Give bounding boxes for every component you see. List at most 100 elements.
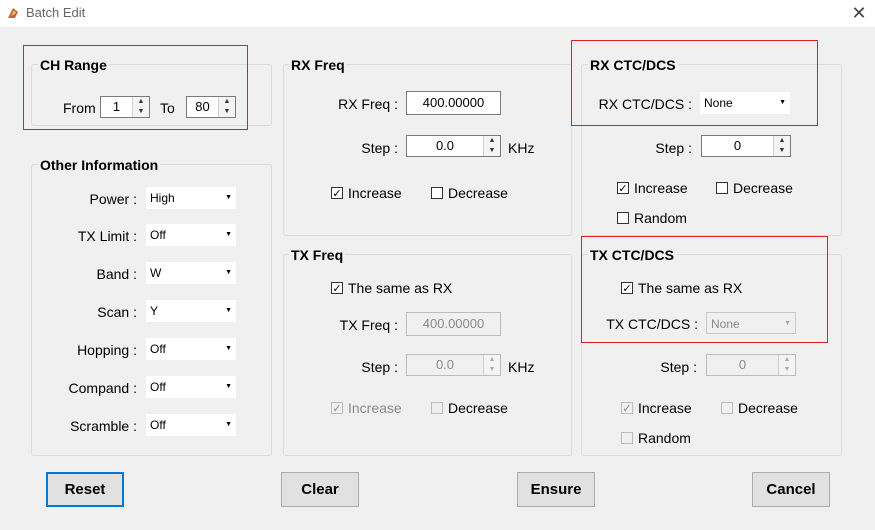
rx-freq-input[interactable]: 400.00000	[406, 91, 501, 115]
rx-ctcdcs-random-checkbox[interactable]: Random	[617, 210, 687, 226]
checkbox-box[interactable]	[721, 402, 733, 414]
checkbox-box[interactable]: ✓	[621, 402, 633, 415]
spin-down-icon[interactable]: ▼	[484, 365, 500, 375]
scan-label: Scan :	[97, 304, 137, 320]
tx-decrease-label: Decrease	[448, 400, 508, 416]
compand-value: Off	[150, 380, 166, 394]
scan-value: Y	[150, 304, 159, 318]
band-value: W	[150, 266, 162, 280]
checkmark-icon: ✓	[618, 182, 628, 195]
checkbox-box[interactable]	[621, 432, 633, 444]
rx-ctcdcs-increase-label: Increase	[634, 180, 688, 196]
tx-ctcdcs-step-label: Step :	[660, 359, 697, 375]
checkbox-box[interactable]	[617, 212, 629, 224]
rx-ctcdcs-step-label: Step :	[655, 140, 692, 156]
checkmark-icon: ✓	[332, 282, 342, 295]
reset-button[interactable]: Reset	[46, 472, 124, 507]
tx-ctcdcs-random-label: Random	[638, 430, 691, 446]
tx-limit-value: Off	[150, 228, 166, 242]
power-label: Power :	[89, 191, 137, 207]
tx-ctcdcs-random-checkbox[interactable]: Random	[621, 430, 691, 446]
rx-decrease-label: Decrease	[448, 185, 508, 201]
scramble-value: Off	[150, 418, 166, 432]
ensure-button[interactable]: Ensure	[517, 472, 595, 507]
rx-ctcdcs-step-spinner[interactable]: 0 ▲ ▼	[701, 135, 791, 157]
checkmark-icon: ✓	[332, 402, 342, 415]
tx-step-value: 0.0	[435, 357, 455, 372]
tx-ctcdcs-decrease-checkbox[interactable]: Decrease	[721, 400, 798, 416]
checkbox-box[interactable]	[431, 187, 443, 199]
rx-increase-label: Increase	[348, 185, 402, 201]
rx-step-label: Step :	[361, 140, 398, 156]
rx-step-value: 0.0	[435, 138, 455, 153]
checkmark-icon: ✓	[622, 402, 632, 415]
compand-label: Compand :	[68, 380, 137, 396]
rx-step-unit: KHz	[508, 140, 535, 156]
other-info-title: Other Information	[38, 157, 161, 173]
rx-ctcdcs-increase-checkbox[interactable]: ✓ Increase	[617, 180, 688, 196]
tx-limit-select[interactable]: Off ▼	[146, 224, 236, 246]
rx-step-spinner[interactable]: 0.0 ▲ ▼	[406, 135, 501, 157]
scan-select[interactable]: Y ▼	[146, 300, 236, 322]
power-value: High	[150, 191, 175, 205]
rx-increase-checkbox[interactable]: ✓ Increase	[331, 185, 402, 201]
tx-ctcdcs-step-value: 0	[738, 357, 747, 372]
rx-ctcdcs-step-value: 0	[733, 138, 742, 153]
tx-ctcdcs-increase-label: Increase	[638, 400, 692, 416]
tx-ctcdcs-increase-checkbox[interactable]: ✓ Increase	[621, 400, 692, 416]
cancel-button[interactable]: Cancel	[752, 472, 830, 507]
close-icon[interactable]: ✕	[848, 3, 870, 23]
rx-decrease-checkbox[interactable]: Decrease	[431, 185, 508, 201]
tx-ctcdcs-step-spinner[interactable]: 0 ▲ ▼	[706, 354, 796, 376]
title-bar: Batch Edit ✕	[0, 0, 875, 27]
band-label: Band :	[96, 266, 137, 282]
band-select[interactable]: W ▼	[146, 262, 236, 284]
chevron-down-icon: ▼	[225, 345, 232, 352]
tx-ctcdcs-highlight	[581, 236, 828, 343]
hopping-select[interactable]: Off ▼	[146, 338, 236, 360]
rx-freq-label: RX Freq :	[338, 96, 398, 112]
power-select[interactable]: High ▼	[146, 187, 236, 209]
scramble-select[interactable]: Off ▼	[146, 414, 236, 436]
rx-ctcdcs-decrease-checkbox[interactable]: Decrease	[716, 180, 793, 196]
checkbox-box[interactable]: ✓	[331, 402, 343, 415]
app-icon	[8, 8, 18, 18]
ch-range-highlight	[23, 45, 248, 130]
checkbox-box[interactable]: ✓	[331, 187, 343, 200]
checkbox-box[interactable]	[716, 182, 728, 194]
tx-same-as-rx-checkbox[interactable]: ✓ The same as RX	[331, 280, 452, 296]
chevron-down-icon: ▼	[225, 307, 232, 314]
tx-limit-label: TX Limit :	[77, 228, 137, 244]
tx-step-label: Step :	[361, 359, 398, 375]
tx-decrease-checkbox[interactable]: Decrease	[431, 400, 508, 416]
clear-button[interactable]: Clear	[281, 472, 359, 507]
checkbox-box[interactable]	[431, 402, 443, 414]
spin-down-icon[interactable]: ▼	[779, 365, 795, 375]
tx-ctcdcs-decrease-label: Decrease	[738, 400, 798, 416]
compand-select[interactable]: Off ▼	[146, 376, 236, 398]
chevron-down-icon: ▼	[225, 269, 232, 276]
rx-freq-title: RX Freq	[289, 57, 347, 73]
tx-increase-label: Increase	[348, 400, 402, 416]
chevron-down-icon: ▼	[225, 194, 232, 201]
hopping-value: Off	[150, 342, 166, 356]
rx-ctcdcs-decrease-label: Decrease	[733, 180, 793, 196]
tx-freq-label: TX Freq :	[339, 317, 398, 333]
rx-ctcdcs-random-label: Random	[634, 210, 687, 226]
rx-ctcdcs-highlight	[571, 40, 818, 126]
tx-step-spinner[interactable]: 0.0 ▲ ▼	[406, 354, 501, 376]
hopping-label: Hopping :	[77, 342, 137, 358]
tx-freq-title: TX Freq	[289, 247, 346, 263]
chevron-down-icon: ▼	[225, 383, 232, 390]
chevron-down-icon: ▼	[225, 421, 232, 428]
scramble-label: Scramble :	[70, 418, 137, 434]
tx-step-unit: KHz	[508, 359, 535, 375]
checkbox-box[interactable]: ✓	[617, 182, 629, 195]
tx-freq-input[interactable]: 400.00000	[406, 312, 501, 336]
checkbox-box[interactable]: ✓	[331, 282, 343, 295]
spin-down-icon[interactable]: ▼	[484, 146, 500, 156]
tx-increase-checkbox[interactable]: ✓ Increase	[331, 400, 402, 416]
spin-down-icon[interactable]: ▼	[774, 146, 790, 156]
window-title: Batch Edit	[26, 5, 86, 20]
chevron-down-icon: ▼	[225, 231, 232, 238]
